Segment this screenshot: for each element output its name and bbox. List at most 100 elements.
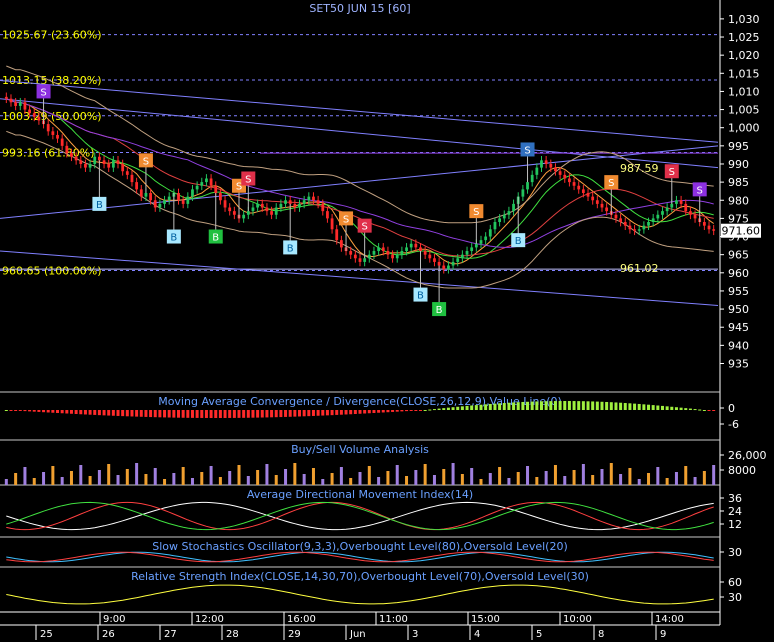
macd-bar [158,410,162,418]
macd-bar [633,403,637,410]
macd-bar [628,403,632,410]
candle-body [479,240,483,244]
candle-body [214,185,218,193]
macd-bar [414,410,418,411]
macd-bar [386,410,390,413]
macd-bar [42,410,46,413]
price-tick-label: 960 [728,267,749,280]
candle-body [623,222,627,226]
macd-bar [97,410,101,416]
volume-bar [451,463,455,485]
volume-bar [107,464,111,485]
macd-bar [702,410,706,411]
macd-bar [512,402,516,410]
candle-body [465,251,469,255]
macd-bar [232,410,236,418]
candle-body [502,214,506,219]
macd-bar [228,410,232,418]
volume-bar [256,470,260,485]
volume-bar [609,463,613,485]
price-tick-label: 965 [728,249,749,262]
volume-bar [442,469,446,485]
macd-bar [200,410,204,418]
candle-body [70,153,73,157]
candle-body [298,203,301,208]
macd-bar [623,403,627,410]
candle-body [302,200,306,204]
volume-bar [358,472,362,485]
volume-bar [218,477,222,485]
volume-bar [200,472,204,485]
candle-body [251,207,255,212]
candle-body [316,200,320,204]
macd-bar [679,407,683,410]
candle-body [353,254,357,259]
candle-body [256,203,260,208]
candle-body [265,207,269,212]
candle-body [209,178,213,186]
volume-bar [32,478,36,485]
signal-label: B [170,233,177,244]
macd-bar [395,410,399,412]
macd-bar [195,410,199,418]
candle-body [205,178,208,183]
candle-body [88,163,92,168]
macd-bar [456,406,460,410]
volume-bar [4,479,8,485]
macd-bar [307,410,311,417]
candle-body [419,247,422,252]
macd-bar [539,401,543,410]
candle-body [23,102,27,110]
volume-bar [51,466,55,485]
candle-body [60,138,64,146]
panel-tick-label: 30 [728,546,742,559]
macd-bar [163,410,167,418]
candle-body [28,109,31,114]
candle-body [51,131,55,135]
candle-body [512,203,515,212]
macd-bar [712,410,716,411]
volume-bar [209,466,213,485]
price-tick-label: 955 [728,285,749,298]
candle-body [111,160,115,168]
signal-label: S [669,167,675,178]
macd-bar [418,410,422,411]
price-tick-label: 980 [728,194,749,207]
macd-bar [567,401,571,410]
candle-body [679,200,683,204]
macd-bar [14,410,18,411]
candle-body [526,182,529,190]
volume-bar [79,465,83,485]
candle-body [665,207,669,212]
candle-body [330,218,334,230]
signal-label: B [436,305,443,316]
macd-bar [149,410,153,418]
volume-bar [97,470,101,485]
macd-bar [591,401,595,410]
macd-bar [302,410,306,417]
candle-body [456,258,460,262]
macd-bar [353,410,357,414]
macd-bar [284,410,288,417]
signal-label: S [245,174,251,185]
macd-bar [409,410,413,411]
price-tick-label: 1,005 [728,104,760,117]
candle-body [693,214,697,219]
time-label: 11:00 [379,614,408,625]
macd-bar [23,410,27,412]
candle-body [572,182,576,186]
signal-label: S [608,178,614,189]
volume-bar [619,474,623,485]
signal-label: S [40,87,46,98]
panel-title: Moving Average Convergence / Divergence(… [158,395,562,408]
macd-bar [577,401,581,410]
macd-bar [665,406,669,410]
candle-body [232,211,236,215]
panel-tick-label: 26,000 [728,449,767,462]
macd-bar [293,410,297,417]
macd-bar [544,401,548,410]
volume-bar [302,474,306,485]
candle-body [605,207,609,212]
time-label: 12:00 [195,614,224,625]
macd-bar [93,410,97,415]
